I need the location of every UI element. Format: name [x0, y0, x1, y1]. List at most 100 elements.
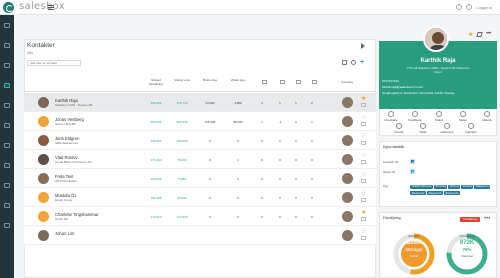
- table-row[interactable]: Mustafa Öz Exotic Group 191,348 88,532 0 0 0 0 0…: [24, 188, 376, 207]
- user-avatar-icon[interactable]: [466, 4, 473, 10]
- profile-address[interactable]: Jungfrugatan 6, Stockholm, New Delhi, 11…: [382, 91, 455, 95]
- contact-company[interactable]: Omfiz AB: [55, 217, 68, 221]
- favorite-star-icon[interactable]: ☆: [361, 172, 366, 178]
- col-weighted-pipe[interactable]: Viktad pipe: [228, 78, 248, 83]
- hamburger-menu-icon[interactable]: [48, 5, 54, 10]
- col-closed-sales[interactable]: Stängd försäljning: [146, 78, 166, 86]
- action-qualify[interactable]: Kvalificera: [406, 111, 424, 122]
- profile-email[interactable]: karthik.raja@salesboxcrm.com: [382, 85, 423, 89]
- table-row[interactable]: Vlad Rostov Credit Bank Of Moscow Jsc 271,…: [24, 150, 376, 169]
- more-options-icon[interactable]: •••: [486, 31, 491, 37]
- action-meetings[interactable]: Möten: [454, 111, 472, 122]
- action-documents[interactable]: Dokument: [438, 123, 456, 134]
- contact-name[interactable]: Johan Lim: [55, 231, 74, 236]
- col-tasks-icon[interactable]: [296, 80, 301, 84]
- tag[interactable]: #tagname1: [474, 184, 491, 189]
- chat-icon[interactable]: [361, 122, 366, 126]
- favorite-star-icon[interactable]: ★: [361, 96, 366, 102]
- tag[interactable]: #tagname4: [443, 191, 460, 195]
- salesbox-logo-icon[interactable]: [3, 2, 14, 13]
- col-closed-won[interactable]: Stängt vinst: [172, 78, 192, 83]
- sidebar-people-icon[interactable]: [4, 83, 10, 88]
- tag[interactable]: #PaidProfitCheck: [410, 184, 434, 189]
- favorite-star-icon[interactable]: ★: [468, 31, 473, 38]
- table-row[interactable]: Frida Test AB Frida Hilstad 222,906 74,804 0…: [24, 169, 376, 188]
- search-input[interactable]: [27, 60, 81, 66]
- contact-avatar[interactable]: [38, 135, 49, 146]
- action-tasks[interactable]: Tasks: [414, 123, 432, 134]
- tag[interactable]: #TestTag: [434, 184, 448, 189]
- logout-link[interactable]: Logga ut: [476, 5, 492, 10]
- table-row[interactable]: Jonas Vestberg Senior HSS AB 580,136 580,13…: [24, 112, 376, 131]
- notification-icon[interactable]: [456, 4, 463, 10]
- sales-more-icon[interactable]: •••: [484, 216, 490, 222]
- col-meetings-icon[interactable]: [280, 80, 285, 84]
- play-icon[interactable]: [361, 43, 365, 49]
- sidebar-pipeline-icon[interactable]: [4, 143, 10, 148]
- owner-avatar[interactable]: [342, 230, 353, 241]
- skype-field[interactable]: S: [410, 169, 415, 174]
- table-row[interactable]: Charlotte Tingshammar Omfiz AB 174,923 174,…: [24, 207, 376, 226]
- sidebar-tasks-icon[interactable]: [4, 123, 10, 128]
- sidebar-accounts-icon[interactable]: [4, 63, 10, 68]
- chat-icon[interactable]: [361, 103, 366, 107]
- sales-type-badge[interactable]: Försäljning: [460, 217, 480, 222]
- sidebar-reports-icon[interactable]: [4, 183, 10, 188]
- table-row[interactable]: Johan Lim ☆: [24, 226, 376, 245]
- contact-avatar[interactable]: [38, 192, 49, 203]
- favorite-star-icon[interactable]: ☆: [361, 153, 366, 159]
- tag[interactable]: #tagname2: [410, 191, 426, 195]
- linkedin-field[interactable]: in: [410, 159, 415, 164]
- action-calendar[interactable]: Kalender: [462, 123, 480, 134]
- owner-avatar[interactable]: [342, 192, 353, 203]
- tag[interactable]: #tagname3: [426, 191, 443, 195]
- contact-company[interactable]: Exotic Group: [55, 198, 72, 202]
- sidebar-settings-icon[interactable]: [4, 203, 10, 208]
- owner-avatar[interactable]: [342, 135, 353, 146]
- table-row[interactable]: Jens Eldgren Säkerhetsservice 296,654 299,5…: [24, 131, 376, 150]
- sort-icon[interactable]: [342, 60, 347, 65]
- favorite-star-icon[interactable]: ★: [361, 210, 366, 216]
- col-notes-icon[interactable]: [312, 80, 317, 84]
- contact-avatar[interactable]: [38, 230, 49, 241]
- sidebar-calendar-icon[interactable]: [4, 103, 10, 108]
- action-orders[interactable]: Orders: [430, 111, 448, 122]
- sidebar-contacts-icon[interactable]: [4, 43, 10, 48]
- sidebar-help-icon[interactable]: [4, 223, 10, 228]
- sidebar-home-icon[interactable]: [4, 23, 10, 28]
- chat-icon[interactable]: [361, 217, 366, 221]
- contact-company[interactable]: Säkerhetsservice: [55, 141, 78, 145]
- contact-avatar[interactable]: [38, 116, 49, 127]
- action-history[interactable]: Historik: [478, 111, 496, 122]
- owner-avatar[interactable]: [342, 173, 353, 184]
- action-developer[interactable]: Utvecklare: [382, 111, 400, 122]
- col-gross-pipe[interactable]: Brutto pipe: [200, 78, 220, 83]
- search-icon[interactable]: [351, 60, 356, 65]
- owner-avatar[interactable]: [342, 97, 353, 108]
- favorite-star-icon[interactable]: ☆: [361, 115, 366, 121]
- contact-company[interactable]: Credit Bank Of Moscow Jsc: [55, 160, 92, 164]
- chat-icon[interactable]: [361, 198, 366, 202]
- owner-avatar[interactable]: [342, 211, 353, 222]
- favorite-star-icon[interactable]: ☆: [361, 229, 366, 235]
- contact-avatar[interactable]: [38, 173, 49, 184]
- sidebar-insights-icon[interactable]: [4, 163, 10, 168]
- chat-icon[interactable]: [361, 141, 366, 145]
- tag[interactable]: #Phone: [448, 184, 461, 189]
- tag[interactable]: #Follow: [461, 184, 474, 189]
- contact-avatar[interactable]: [38, 97, 49, 108]
- add-contact-icon[interactable]: +: [360, 59, 366, 66]
- action-notes[interactable]: Anteckn: [390, 123, 408, 134]
- contact-avatar[interactable]: [38, 154, 49, 165]
- owner-avatar[interactable]: [342, 154, 353, 165]
- owner-avatar[interactable]: [342, 116, 353, 127]
- col-calls-icon[interactable]: [262, 80, 267, 84]
- table-row[interactable]: Karthik Raja Salesbox CRM - System AB 552,…: [24, 93, 376, 112]
- contact-company[interactable]: Salesbox CRM - System AB: [55, 103, 92, 107]
- chat-icon[interactable]: [361, 236, 366, 240]
- profile-phone[interactable]: 0737167152: [382, 79, 399, 83]
- favorite-star-icon[interactable]: ☆: [361, 191, 366, 197]
- favorite-star-icon[interactable]: ☆: [361, 134, 366, 140]
- edit-icon[interactable]: [476, 32, 483, 37]
- contact-company[interactable]: Senior HSS AB: [55, 122, 75, 126]
